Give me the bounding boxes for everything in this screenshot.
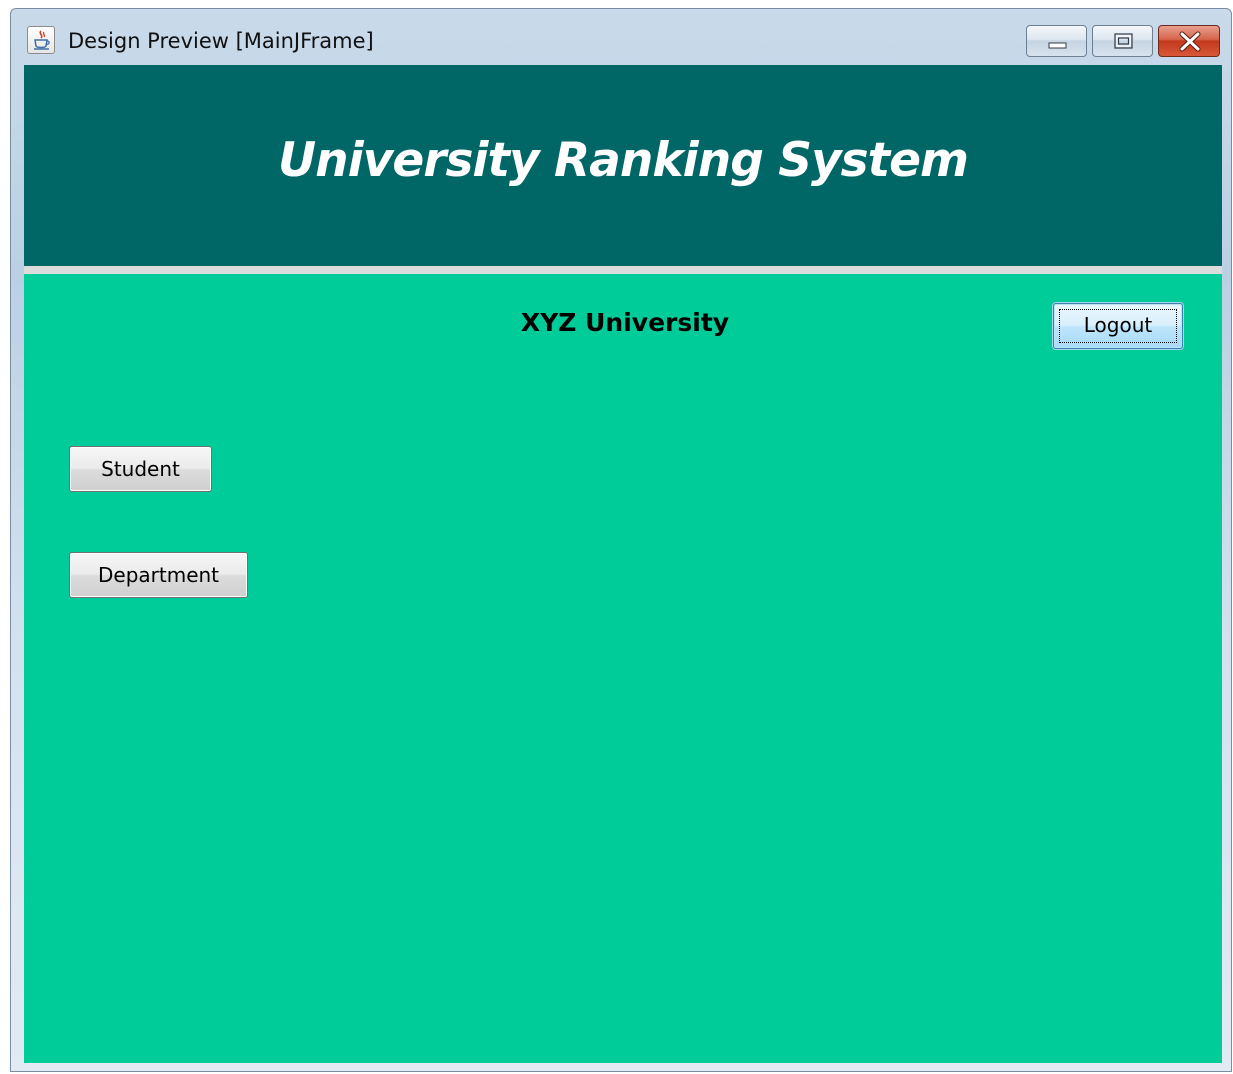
- department-button-label: Department: [97, 563, 220, 587]
- app-title: University Ranking System: [278, 133, 969, 188]
- title-bar[interactable]: Design Preview [MainJFrame]: [11, 9, 1231, 65]
- main-panel: XYZ University Logout Student Department: [24, 274, 1222, 1063]
- university-name-label: XYZ University: [520, 308, 730, 337]
- application-window: Design Preview [MainJFrame] University R…: [10, 8, 1232, 1072]
- student-button-label: Student: [101, 457, 180, 481]
- focus-indicator: [1059, 309, 1177, 343]
- logout-button[interactable]: Logout: [1053, 303, 1183, 349]
- window-content: University Ranking System XYZ University…: [24, 65, 1222, 1063]
- minimize-button[interactable]: [1026, 25, 1087, 57]
- minimize-icon: [1048, 42, 1067, 49]
- department-button[interactable]: Department: [69, 552, 248, 598]
- java-cup-icon: [27, 26, 55, 54]
- maximize-button[interactable]: [1092, 25, 1153, 57]
- student-button[interactable]: Student: [69, 446, 212, 492]
- maximize-icon: [1114, 33, 1133, 49]
- close-icon: [1179, 31, 1201, 52]
- header-panel: University Ranking System: [24, 65, 1222, 266]
- close-button[interactable]: [1158, 25, 1220, 57]
- window-title: Design Preview [MainJFrame]: [68, 29, 374, 53]
